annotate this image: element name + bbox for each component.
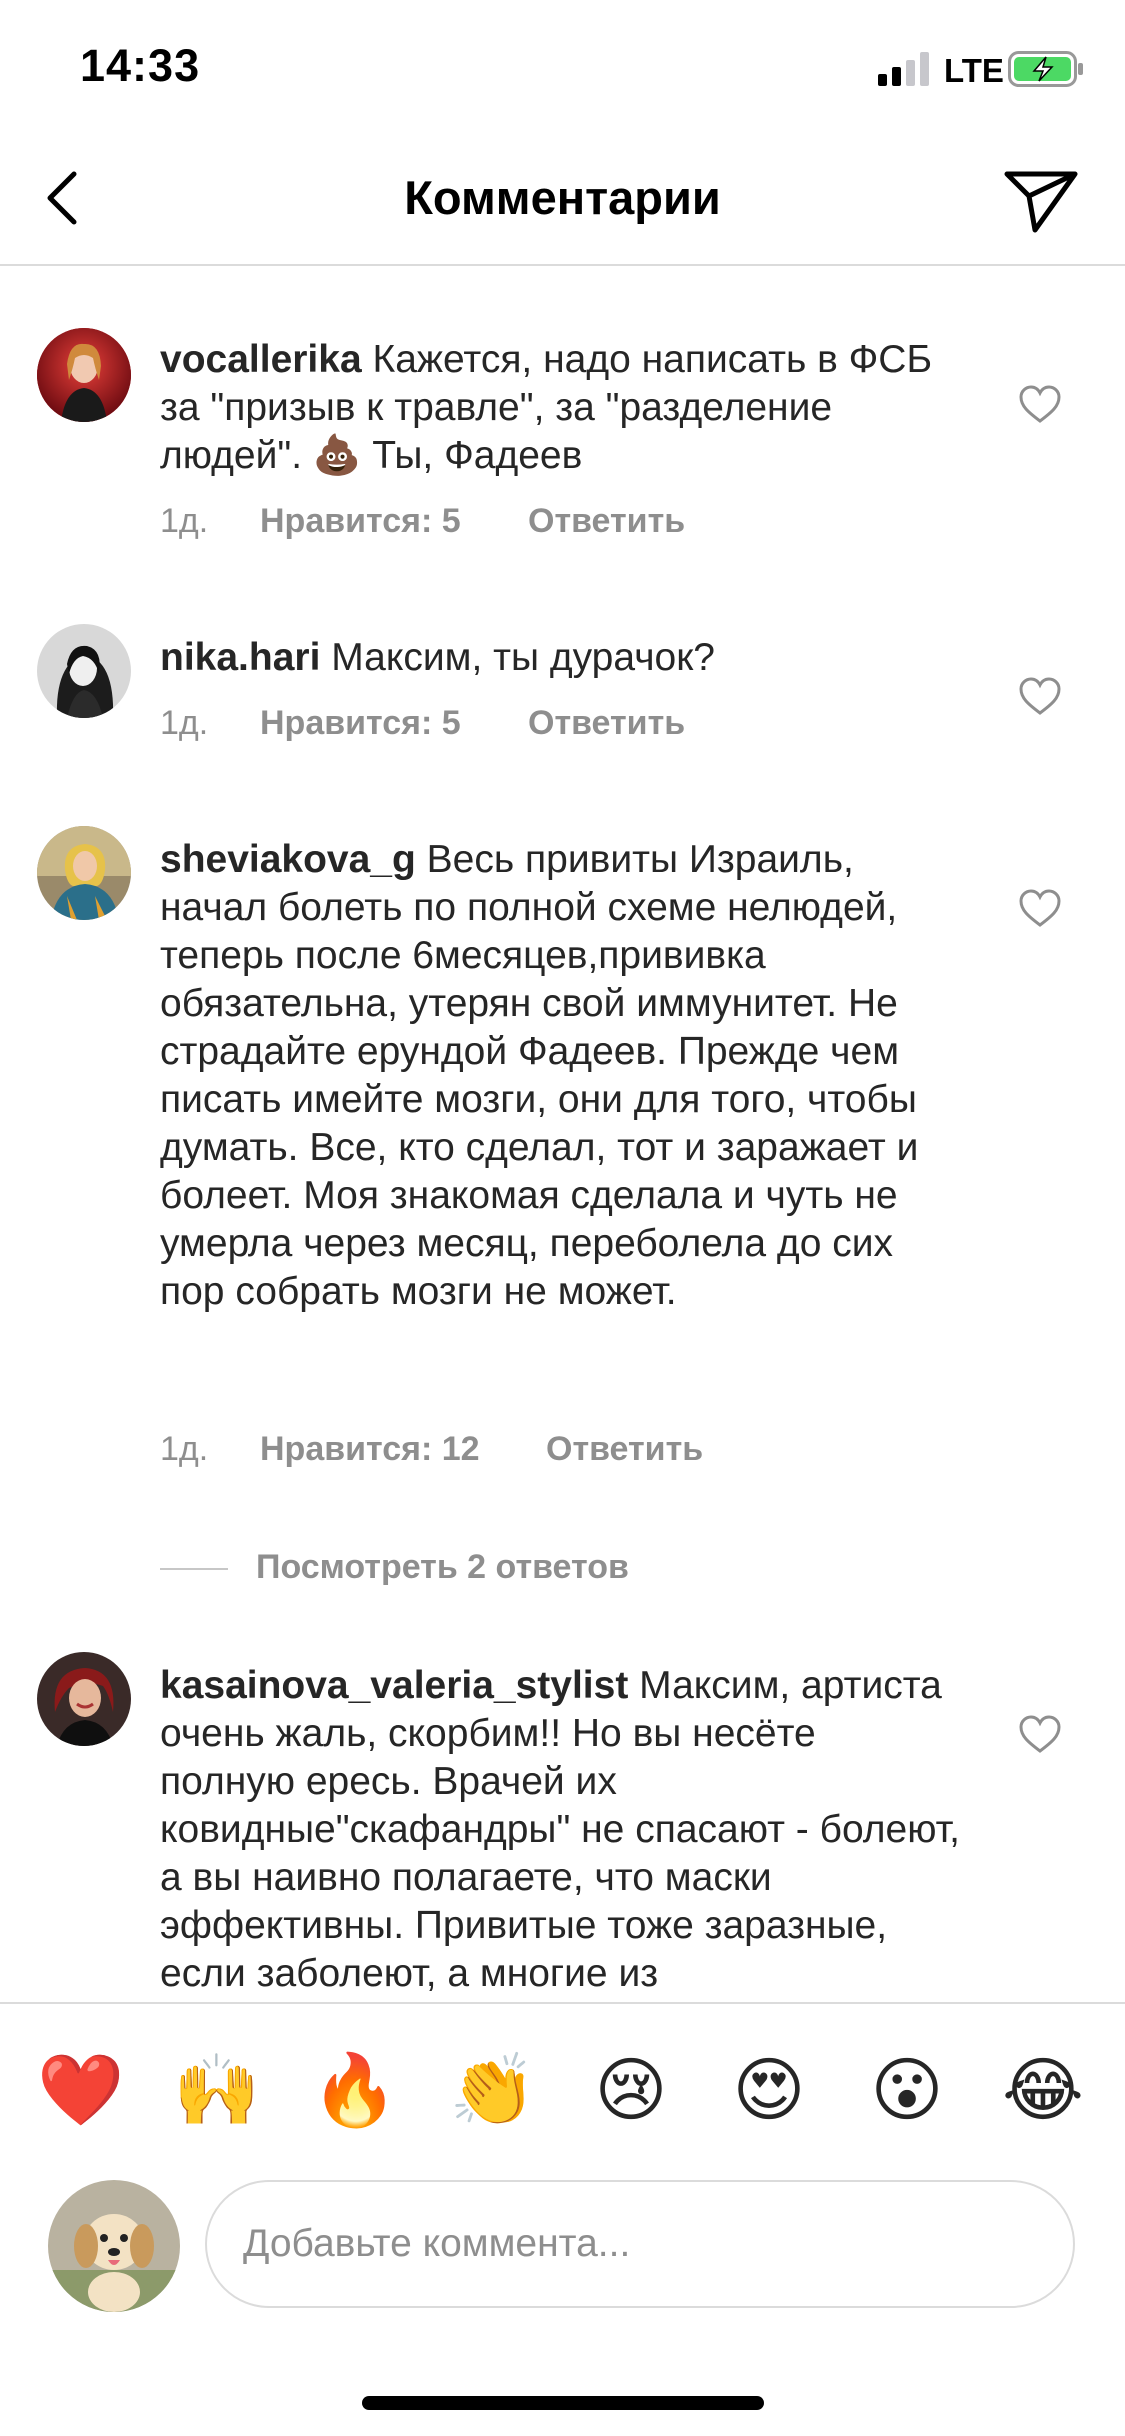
network-type: LTE	[944, 52, 1004, 89]
page-title: Комментарии	[404, 171, 721, 224]
heart-outline-icon[interactable]	[1018, 676, 1062, 716]
reaction-laughing[interactable]: 😂	[998, 2050, 1088, 2130]
replies-divider	[160, 1568, 228, 1570]
comment-time: 1д.	[160, 704, 209, 742]
reaction-heart[interactable]: ❤️	[36, 2050, 126, 2130]
reaction-surprised[interactable]: 😮	[862, 2050, 952, 2130]
reaction-heart-eyes[interactable]: 😍	[724, 2050, 814, 2130]
comment-item: kasainova_valeria_stylist Максим, артист…	[0, 1652, 1125, 2002]
heart-outline-icon[interactable]	[1018, 888, 1062, 928]
status-bar: 14:33 LTE	[0, 0, 1125, 132]
view-replies-button[interactable]: Посмотреть 2 ответов	[256, 1548, 629, 1587]
avatar[interactable]	[37, 328, 131, 422]
comment-time: 1д.	[160, 1430, 209, 1468]
user-avatar-icon	[37, 328, 131, 422]
comment-text: vocallerika Кажется, надо написать в ФСБ…	[160, 336, 960, 480]
reaction-crying[interactable]: 😢	[586, 2050, 676, 2130]
comment-likes[interactable]: Нравится: 5	[260, 704, 461, 743]
cellular-signal-icon	[878, 52, 929, 86]
home-indicator[interactable]	[362, 2396, 764, 2410]
paper-plane-icon[interactable]	[995, 160, 1085, 240]
user-avatar-icon	[37, 826, 131, 920]
comment-likes[interactable]: Нравится: 12	[260, 1430, 480, 1469]
comment-text: sheviakova_g Весь привиты Израиль, начал…	[160, 836, 960, 1316]
avatar	[48, 2180, 180, 2312]
quick-reactions-bar: ❤️ 🙌 🔥 👏 😢 😍 😮 😂	[0, 2002, 1125, 2174]
puppy-avatar-icon	[48, 2180, 180, 2312]
heart-outline-icon[interactable]	[1018, 1714, 1062, 1754]
comment-username[interactable]: nika.hari	[160, 636, 320, 679]
comment-time: 1д.	[160, 502, 209, 540]
header-bar: Комментарии	[0, 132, 1125, 266]
comment-username[interactable]: vocallerika	[160, 338, 362, 381]
comment-text: nika.hari Максим, ты дурачок?	[160, 634, 960, 682]
comment-username[interactable]: kasainova_valeria_stylist	[160, 1664, 628, 1707]
comment-username[interactable]: sheviakova_g	[160, 838, 416, 881]
comment-content: Максим, артиста очень жаль, скорбим!! Но…	[160, 1664, 960, 1995]
reply-button[interactable]: Ответить	[546, 1430, 703, 1469]
comment-item: vocallerika Кажется, надо написать в ФСБ…	[0, 328, 1125, 576]
user-avatar-icon	[37, 624, 131, 718]
comment-content: Весь привиты Израиль, начал болеть по по…	[160, 838, 919, 1313]
avatar[interactable]	[37, 624, 131, 718]
comment-item: nika.hari Максим, ты дурачок? 1д. Нравит…	[0, 624, 1125, 754]
reaction-fire[interactable]: 🔥	[310, 2050, 400, 2130]
comment-likes[interactable]: Нравится: 5	[260, 502, 461, 541]
avatar[interactable]	[37, 1652, 131, 1746]
avatar[interactable]	[37, 826, 131, 920]
status-time: 14:33	[80, 40, 201, 91]
comment-text: kasainova_valeria_stylist Максим, артист…	[160, 1662, 960, 1998]
reaction-raised-hands[interactable]: 🙌	[172, 2050, 262, 2130]
reaction-clap[interactable]: 👏	[448, 2050, 538, 2130]
comment-item: sheviakova_g Весь привиты Израиль, начал…	[0, 826, 1125, 1516]
reply-button[interactable]: Ответить	[528, 704, 685, 743]
battery-charging-icon	[1008, 51, 1083, 87]
heart-outline-icon[interactable]	[1018, 384, 1062, 424]
reply-button[interactable]: Ответить	[528, 502, 685, 541]
comment-composer	[0, 2172, 1125, 2332]
comment-input[interactable]	[205, 2180, 1075, 2308]
user-avatar-icon	[37, 1652, 131, 1746]
comments-list[interactable]: vocallerika Кажется, надо написать в ФСБ…	[0, 266, 1125, 2002]
comment-content: Максим, ты дурачок?	[331, 636, 715, 679]
